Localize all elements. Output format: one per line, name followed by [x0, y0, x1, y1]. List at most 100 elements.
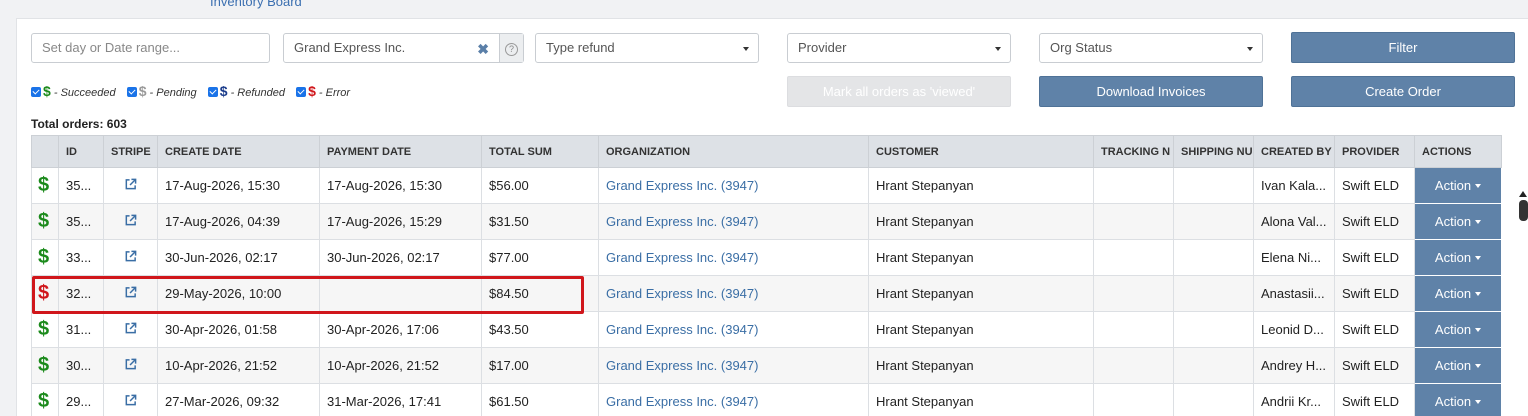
table-row[interactable]: $ 31... 30-Apr-2026, 01:58 30-Apr-2026, … — [31, 311, 1502, 348]
column-header-customer[interactable]: CUSTOMER — [868, 135, 1094, 168]
help-button[interactable]: ? — [499, 34, 523, 62]
column-header-provider[interactable]: PROVIDER — [1334, 135, 1415, 168]
action-dropdown-button[interactable]: Action — [1414, 311, 1502, 348]
organization-link[interactable]: Grand Express Inc. (3947) — [598, 347, 869, 384]
organization-link[interactable]: Grand Express Inc. (3947) — [598, 167, 869, 204]
external-link-icon[interactable] — [124, 178, 137, 191]
clear-icon[interactable]: ✖ — [477, 35, 489, 63]
create-date: 27-Mar-2026, 09:32 — [157, 383, 320, 416]
caret-down-icon — [1475, 220, 1482, 224]
organization-link[interactable]: Grand Express Inc. (3947) — [598, 311, 869, 348]
legend-succeeded: $ - Succeeded — [31, 83, 116, 99]
table-row[interactable]: $ 35... 17-Aug-2026, 04:39 17-Aug-2026, … — [31, 203, 1502, 240]
column-header-create-date[interactable]: CREATE DATE — [157, 135, 320, 168]
external-link-icon[interactable] — [124, 394, 137, 407]
orders-panel: Grand Express Inc. ✖ ? Type refund Provi… — [16, 18, 1528, 416]
payment-date: 17-Aug-2026, 15:30 — [319, 167, 482, 204]
column-header-created-by[interactable]: CREATED BY — [1253, 135, 1335, 168]
total-sum: $31.50 — [481, 203, 599, 240]
action-dropdown-button[interactable]: Action — [1414, 347, 1502, 384]
download-invoices-button[interactable]: Download Invoices — [1039, 76, 1263, 107]
stripe-link[interactable] — [103, 275, 158, 312]
order-id: 31... — [58, 311, 104, 348]
payment-status-icon: $ — [31, 203, 59, 240]
column-header-stripe[interactable]: STRIPE — [103, 135, 158, 168]
legend-label: - Succeeded — [53, 87, 116, 99]
date-range-input[interactable] — [42, 34, 269, 61]
action-dropdown-button[interactable]: Action — [1414, 167, 1502, 204]
column-header-tracking[interactable]: TRACKING N — [1093, 135, 1174, 168]
inventory-board-link[interactable]: Inventory Board — [210, 0, 302, 9]
caret-down-icon — [1475, 292, 1482, 296]
legend-label: - Error — [318, 87, 351, 99]
shipping-number — [1173, 383, 1254, 416]
action-dropdown-button[interactable]: Action — [1414, 383, 1502, 416]
order-id: 32... — [58, 275, 104, 312]
provider-select[interactable]: Provider — [787, 33, 1011, 63]
payment-date: 30-Jun-2026, 02:17 — [319, 239, 482, 276]
create-date: 17-Aug-2026, 04:39 — [157, 203, 320, 240]
mark-all-viewed-button[interactable]: Mark all orders as 'viewed' — [787, 76, 1011, 107]
create-order-button[interactable]: Create Order — [1291, 76, 1515, 107]
external-link-icon[interactable] — [124, 286, 137, 299]
external-link-icon[interactable] — [124, 358, 137, 371]
stripe-link[interactable] — [103, 383, 158, 416]
column-header-organization[interactable]: ORGANIZATION — [598, 135, 869, 168]
scroll-thumb[interactable] — [1519, 200, 1528, 221]
refund-type-value: Type refund — [546, 40, 615, 55]
shipping-number — [1173, 239, 1254, 276]
org-status-select[interactable]: Org Status — [1039, 33, 1263, 63]
stripe-link[interactable] — [103, 203, 158, 240]
organization-link[interactable]: Grand Express Inc. (3947) — [598, 275, 869, 312]
table-row[interactable]: $ 29... 27-Mar-2026, 09:32 31-Mar-2026, … — [31, 383, 1502, 416]
table-row[interactable]: $ 35... 17-Aug-2026, 15:30 17-Aug-2026, … — [31, 167, 1502, 204]
organization-link[interactable]: Grand Express Inc. (3947) — [598, 239, 869, 276]
action-dropdown-button[interactable]: Action — [1414, 203, 1502, 240]
scroll-up-arrow-icon[interactable] — [1519, 191, 1527, 197]
pending-checkbox[interactable] — [126, 87, 137, 97]
organization-link[interactable]: Grand Express Inc. (3947) — [598, 383, 869, 416]
column-header-total-sum[interactable]: TOTAL SUM — [481, 135, 599, 168]
external-link-icon[interactable] — [124, 322, 137, 335]
succeeded-checkbox[interactable] — [31, 87, 41, 97]
created-by: Andrii Kr... — [1253, 383, 1335, 416]
organization-link[interactable]: Grand Express Inc. (3947) — [598, 203, 869, 240]
table-row[interactable]: $ 32... 29-May-2026, 10:00 $84.50 Grand … — [31, 275, 1502, 312]
filter-button[interactable]: Filter — [1291, 32, 1515, 63]
column-header-payment-date[interactable]: PAYMENT DATE — [319, 135, 482, 168]
action-dropdown-button[interactable]: Action — [1414, 239, 1502, 276]
created-by: Andrey H... — [1253, 347, 1335, 384]
column-header-shipping[interactable]: SHIPPING NU — [1173, 135, 1254, 168]
provider-name: Swift ELD — [1334, 311, 1415, 348]
provider-name: Swift ELD — [1334, 383, 1415, 416]
refunded-checkbox[interactable] — [207, 87, 218, 97]
tracking-number — [1093, 203, 1174, 240]
stripe-link[interactable] — [103, 347, 158, 384]
legend-symbol: $ — [219, 83, 228, 99]
action-label: Action — [1434, 394, 1472, 409]
table-row[interactable]: $ 33... 30-Jun-2026, 02:17 30-Jun-2026, … — [31, 239, 1502, 276]
table-scrollbar[interactable] — [1517, 187, 1528, 416]
refund-type-select[interactable]: Type refund — [535, 33, 759, 63]
payment-date: 17-Aug-2026, 15:29 — [319, 203, 482, 240]
stripe-link[interactable] — [103, 311, 158, 348]
tracking-number — [1093, 383, 1174, 416]
action-dropdown-button[interactable]: Action — [1414, 275, 1502, 312]
create-date: 10-Apr-2026, 21:52 — [157, 347, 320, 384]
error-checkbox[interactable] — [296, 87, 307, 97]
stripe-link[interactable] — [103, 167, 158, 204]
total-orders: Total orders: 603 — [31, 117, 127, 131]
stripe-link[interactable] — [103, 239, 158, 276]
external-link-icon[interactable] — [124, 214, 137, 227]
table-header-row: ID STRIPE CREATE DATE PAYMENT DATE TOTAL… — [31, 135, 1502, 168]
external-link-icon[interactable] — [124, 250, 137, 263]
create-date: 29-May-2026, 10:00 — [157, 275, 320, 312]
date-range-field[interactable] — [31, 33, 270, 63]
column-header-id[interactable]: ID — [58, 135, 104, 168]
table-row[interactable]: $ 30... 10-Apr-2026, 21:52 10-Apr-2026, … — [31, 347, 1502, 384]
create-date: 30-Apr-2026, 01:58 — [157, 311, 320, 348]
organization-select[interactable]: Grand Express Inc. ✖ ? — [283, 33, 524, 63]
customer-name: Hrant Stepanyan — [868, 383, 1094, 416]
caret-down-icon — [1475, 184, 1482, 188]
customer-name: Hrant Stepanyan — [868, 203, 1094, 240]
